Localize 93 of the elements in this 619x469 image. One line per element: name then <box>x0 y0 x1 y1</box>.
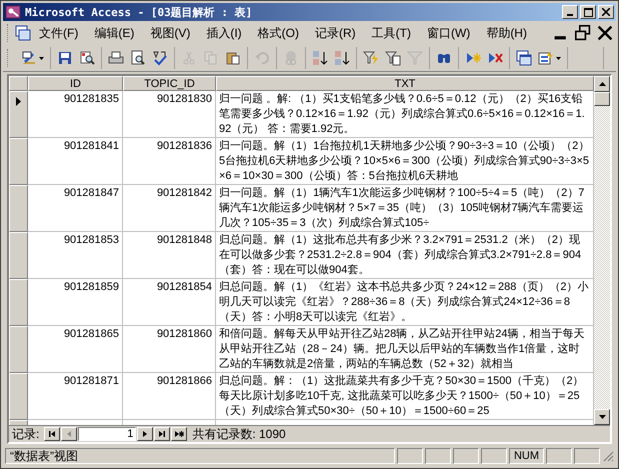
table-cell: 和倍问题。解每天从甲站开往乙站28辆，从乙站开往甲站24辆，相当于每天从甲站开往乙站（28－24）辆。把几天以后甲站的车辆数当作1倍量，这时乙站的车辆数就是2倍量，两站的车辆总数（52＋32）就相当 <box>216 326 594 373</box>
delete-record-icon <box>487 50 503 66</box>
windows-icon <box>516 50 532 66</box>
restore-icon[interactable] <box>575 25 591 41</box>
num-lock-indicator: NUM <box>508 448 544 464</box>
table-cell: 901281847 <box>28 185 123 232</box>
printer-icon <box>108 50 124 66</box>
menu-item[interactable]: 插入(I) <box>198 22 250 44</box>
sort-ascending-icon <box>312 50 328 66</box>
table-cell: 901281860 <box>123 326 216 373</box>
menu-item[interactable]: 文件(F) <box>31 22 86 44</box>
status-pane <box>480 448 507 464</box>
print-preview-icon <box>130 50 146 66</box>
scroll-up-button[interactable] <box>594 76 610 92</box>
column-header[interactable]: TXT <box>216 76 594 91</box>
status-pane <box>396 448 423 464</box>
menu-item[interactable]: 编辑(E) <box>86 22 142 44</box>
table-cell: 归一问题。解（1）1台拖拉机1天耕地多少公顷？90÷3÷3＝10（公顷）（2）5台拖拉机6天耕地多少公顷？10×5×6＝300（公顷）列成综合算式90÷3÷3×5×6＝10×30＝300（公顷）答：5台拖拉机6天耕地 <box>216 138 594 185</box>
close-icon <box>602 8 610 16</box>
hyperlink-icon <box>283 50 299 66</box>
table-cell: 901281859 <box>28 279 123 326</box>
maximize-button[interactable] <box>580 5 596 19</box>
close-button[interactable] <box>598 5 614 19</box>
menu-item[interactable]: 记录(R) <box>306 22 364 44</box>
maximize-icon <box>584 8 592 16</box>
filter-icon <box>407 50 423 66</box>
record-label: 记录: <box>12 426 40 442</box>
scissors-icon <box>181 50 197 66</box>
scroll-down-button[interactable] <box>594 409 610 425</box>
new-object-icon <box>538 50 554 66</box>
table-cell: 901281865 <box>28 326 123 373</box>
app-icon <box>5 5 21 19</box>
status-pane <box>574 448 600 464</box>
clipboard-icon <box>225 50 241 66</box>
current-record-icon <box>16 97 21 106</box>
column-header[interactable]: TOPIC_ID <box>123 76 216 91</box>
caret-icon <box>556 56 561 60</box>
record-count: 共有记录数: 1090 <box>192 426 286 442</box>
table-cell: 901281848 <box>123 232 216 279</box>
sort-descending-icon <box>334 50 350 66</box>
menu-item[interactable]: 帮助(H) <box>478 22 535 44</box>
spelling-check-icon <box>152 50 168 66</box>
design-view-icon <box>21 50 37 66</box>
new-record-icon <box>174 429 184 439</box>
new-record-icon <box>465 50 481 66</box>
window-title: Microsoft Access - [03题目解析 : 表] <box>25 4 254 20</box>
vertical-scrollbar[interactable] <box>594 76 610 425</box>
column-header[interactable]: ID <box>28 76 123 91</box>
table-cell: 归一问题。解（1）1辆汽车1次能运多少吨钢材？100÷5÷4＝5（吨）（2）7辆汽车1次能运多少吨钢材？5×7＝35（吨）（3）105吨钢材7辆汽车需要运几次？105÷35＝3（次）列成综合算式105÷ <box>216 185 594 232</box>
resize-grip-icon[interactable] <box>602 450 614 462</box>
menu-item[interactable]: 窗口(W) <box>418 22 478 44</box>
save-icon <box>57 50 73 66</box>
next-record-button[interactable] <box>137 427 154 441</box>
minimize-button[interactable] <box>562 5 578 19</box>
menu-item[interactable]: 视图(V) <box>142 22 198 44</box>
record-number-field[interactable]: 1 <box>78 427 136 441</box>
status-pane <box>546 448 572 464</box>
table-cell: 归一问题 。解: （1）买1支铅笔多少钱？0.6÷5＝0.12（元）（2）买16支铅笔需要多少钱？0.12×16＝1.92（元）列成综合算式0.6÷5×16＝0.12×16＝1.92（元） 答：需要1.92元。 <box>216 91 594 138</box>
table-cell: 归总问题。解：（1）这批蔬菜共有多少千克？50×30＝1500（千克）（2）每天比原计划多吃10千克, 这批蔬菜可以吃多少天？1500÷（50＋10）＝25（天）列成综合算式50×30÷（50＋10）＝1500÷60＝25 <box>216 373 594 420</box>
table-cell: 901281866 <box>123 373 216 420</box>
up-arrow-icon <box>598 82 606 86</box>
scroll-thumb[interactable] <box>594 92 610 106</box>
filter-lightning-icon <box>363 50 379 66</box>
table-cell: 901281830 <box>123 91 216 138</box>
menu-item[interactable]: 工具(T) <box>364 22 419 44</box>
table-cell: 归总问题。解（1）这批布总共有多少米？3.2×791＝2531.2（米）（2）现在可以做多少套？2531.2÷2.8＝904（套）列成综合算式3.2×791÷2.8＝904（套）答：现在可以做904套。 <box>216 232 594 279</box>
undo-icon <box>254 50 270 66</box>
row-selector[interactable] <box>9 91 28 138</box>
table-cell: 901281836 <box>123 138 216 185</box>
last-record-button[interactable] <box>154 427 170 441</box>
status-pane <box>424 448 451 464</box>
table-cell: 901281835 <box>28 91 123 138</box>
select-all-corner[interactable] <box>9 76 28 91</box>
menu-item[interactable]: 格式(O) <box>250 22 307 44</box>
new-record-button[interactable] <box>171 427 188 441</box>
table-cell: 901281854 <box>123 279 216 326</box>
document-icon <box>15 25 31 41</box>
file-search-icon <box>79 50 95 66</box>
table-cell: 901281842 <box>123 185 216 232</box>
close-icon[interactable] <box>597 25 613 41</box>
first-record-button[interactable] <box>44 427 60 441</box>
table-cell: 901281871 <box>28 373 123 420</box>
status-text: “数据表”视图 <box>5 448 395 464</box>
first-record-icon <box>47 429 58 439</box>
copy-icon <box>203 50 219 66</box>
caret-icon <box>39 56 44 60</box>
table-cell: 901281853 <box>28 232 123 279</box>
status-pane <box>452 448 479 464</box>
table-cell: 901281841 <box>28 138 123 185</box>
down-arrow-icon <box>598 415 606 419</box>
filter-form-icon <box>385 50 401 66</box>
table-cell: 归总问题。解（1）《红岩》这本书总共多少页？24×12＝288（页）（2）小明几天可以读完《红岩》？288÷36＝8（天）列成综合算式24×12÷36＝8（天）答：小明8天可以读完《红岩》。 <box>216 279 594 326</box>
last-record-icon <box>157 429 168 439</box>
